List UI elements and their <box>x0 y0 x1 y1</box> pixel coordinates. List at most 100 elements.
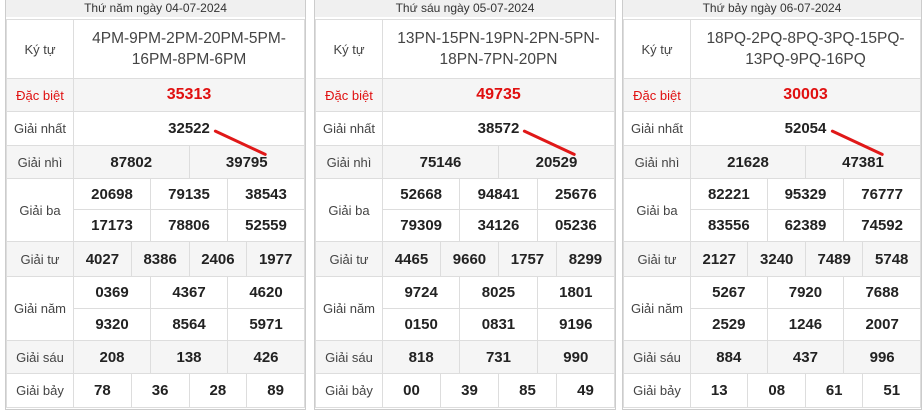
results-table: Ký tự 4PM-9PM-2PM-20PM-5PM-16PM-8PM-6PM … <box>6 19 305 408</box>
row-dac-biet: Đặc biệt 30003 <box>623 78 921 112</box>
label-giai-tu: Giải tư <box>315 241 383 277</box>
prize-number: 39 <box>439 373 499 408</box>
label-giai-tu: Giải tư <box>623 241 691 277</box>
label-giai-sau: Giải sáu <box>315 340 383 374</box>
prize-number: 61 <box>804 373 864 408</box>
prize-number: 4027 <box>73 241 132 277</box>
prize-number: 996 <box>843 340 921 374</box>
prize-number: 8299 <box>555 241 616 277</box>
label-giai-bay: Giải bảy <box>623 373 691 408</box>
row-giai-bay: Giải bảy 13 08 61 51 <box>623 373 921 408</box>
prize-number: 884 <box>690 340 768 374</box>
label-giai-nhat: Giải nhất <box>6 111 74 146</box>
prize-number: 138 <box>150 340 228 374</box>
label-giai-sau: Giải sáu <box>6 340 74 374</box>
row-giai-ba: Giải ba 82221 95329 76777 <box>623 178 921 242</box>
label-giai-bay: Giải bảy <box>315 373 383 408</box>
result-panel: Thứ năm ngày 04-07-2024 Ký tự 4PM-9PM-2P… <box>5 0 306 410</box>
prize-number: 47381 <box>804 145 922 179</box>
row-dac-biet: Đặc biệt 35313 <box>6 78 305 112</box>
prize-number: 4367 <box>150 276 228 309</box>
label-giai-sau: Giải sáu <box>623 340 691 374</box>
prize-number: 731 <box>459 340 538 374</box>
row-ky-tu: Ký tự 18PQ-2PQ-8PQ-3PQ-15PQ-13PQ-9PQ-16P… <box>623 19 921 79</box>
label-giai-bay: Giải bảy <box>6 373 74 408</box>
prize-number: 79309 <box>381 209 461 242</box>
prize-number: 49 <box>555 373 616 408</box>
label-giai-nhi: Giải nhì <box>623 145 691 179</box>
row-dac-biet: Đặc biệt 49735 <box>315 78 615 112</box>
prize-number: 1977 <box>246 241 305 277</box>
special-prize-number: 49735 <box>382 78 615 112</box>
row-giai-sau: Giải sáu 818 731 990 <box>315 340 616 374</box>
special-prize-number: 30003 <box>690 78 921 112</box>
codes-cell: 4PM-9PM-2PM-20PM-5PM-16PM-8PM-6PM <box>73 19 305 79</box>
row-giai-nam: Giải năm 0369 4367 4620 <box>6 276 305 341</box>
first-prize-number: 32522 <box>73 111 305 146</box>
prize-number: 51 <box>862 373 921 408</box>
row-giai-nam: Giải năm 5267 7920 7688 <box>623 276 921 341</box>
prize-number: 00 <box>382 373 441 408</box>
prize-number: 25676 <box>536 178 616 210</box>
row-giai-ba: Giải ba 20698 79135 38543 <box>6 178 305 242</box>
results-table: Ký tự 13PN-15PN-19PN-2PN-5PN-18PN-7PN-20… <box>315 19 616 408</box>
first-prize-number: 38572 <box>382 111 615 146</box>
special-prize-number: 35313 <box>73 78 305 112</box>
prize-number: 1246 <box>766 308 845 341</box>
label-giai-nam: Giải năm <box>6 276 74 341</box>
label-ky-tu: Ký tự <box>315 19 383 79</box>
row-giai-ba: Giải ba 52668 94841 25676 <box>315 178 616 242</box>
prize-number: 85 <box>497 373 557 408</box>
prize-number: 9660 <box>439 241 499 277</box>
prize-number: 62389 <box>766 209 845 242</box>
prize-number: 7489 <box>804 241 864 277</box>
prize-number: 13 <box>689 373 749 408</box>
prize-number: 818 <box>381 340 461 374</box>
prize-number: 3240 <box>747 241 806 277</box>
prize-number: 9320 <box>73 308 151 341</box>
prize-number: 990 <box>536 340 616 374</box>
prize-number: 89 <box>246 373 305 408</box>
row-giai-tu: Giải tư 4027 8386 2406 1977 <box>6 241 305 277</box>
first-prize-number: 52054 <box>690 111 921 146</box>
prize-number: 52668 <box>381 178 461 210</box>
label-ky-tu: Ký tự <box>6 19 74 79</box>
prize-number: 75146 <box>382 145 499 179</box>
label-dac-biet: Đặc biệt <box>315 78 383 112</box>
prize-number: 2406 <box>188 241 248 277</box>
row-giai-nhat: Giải nhất 38572 <box>315 111 615 146</box>
label-ky-tu: Ký tự <box>623 19 691 79</box>
prize-number: 9724 <box>381 276 461 309</box>
prize-number: 20529 <box>497 145 616 179</box>
prize-number: 4465 <box>382 241 441 277</box>
prize-number: 82221 <box>690 178 768 210</box>
prize-number: 87802 <box>73 145 190 179</box>
prize-number: 20698 <box>73 178 151 210</box>
panel-date-title: Thứ sáu ngày 05-07-2024 <box>315 0 615 17</box>
prize-number: 2127 <box>689 241 749 277</box>
row-giai-nhat: Giải nhất 52054 <box>623 111 921 146</box>
row-giai-bay: Giải bảy 00 39 85 49 <box>315 373 616 408</box>
label-giai-ba: Giải ba <box>6 178 74 242</box>
label-giai-nhi: Giải nhì <box>315 145 383 179</box>
row-ky-tu: Ký tự 13PN-15PN-19PN-2PN-5PN-18PN-7PN-20… <box>315 19 615 79</box>
prize-number: 39795 <box>188 145 305 179</box>
prize-number: 8564 <box>150 308 228 341</box>
prize-number: 8025 <box>459 276 538 309</box>
label-giai-nhi: Giải nhì <box>6 145 74 179</box>
row-giai-tu: Giải tư 4465 9660 1757 8299 <box>315 241 616 277</box>
prize-number: 78 <box>73 373 132 408</box>
prize-number: 0831 <box>459 308 538 341</box>
prize-number: 0150 <box>381 308 461 341</box>
prize-number: 1757 <box>497 241 557 277</box>
row-giai-nhat: Giải nhất 32522 <box>6 111 305 146</box>
prize-number: 437 <box>766 340 845 374</box>
prize-number: 1801 <box>536 276 616 309</box>
codes-cell: 18PQ-2PQ-8PQ-3PQ-15PQ-13PQ-9PQ-16PQ <box>690 19 921 79</box>
prize-number: 4620 <box>227 276 305 309</box>
prize-number: 7688 <box>843 276 921 309</box>
prize-number: 17173 <box>73 209 151 242</box>
prize-number: 83556 <box>690 209 768 242</box>
prize-number: 2529 <box>690 308 768 341</box>
codes-cell: 13PN-15PN-19PN-2PN-5PN-18PN-7PN-20PN <box>382 19 615 79</box>
